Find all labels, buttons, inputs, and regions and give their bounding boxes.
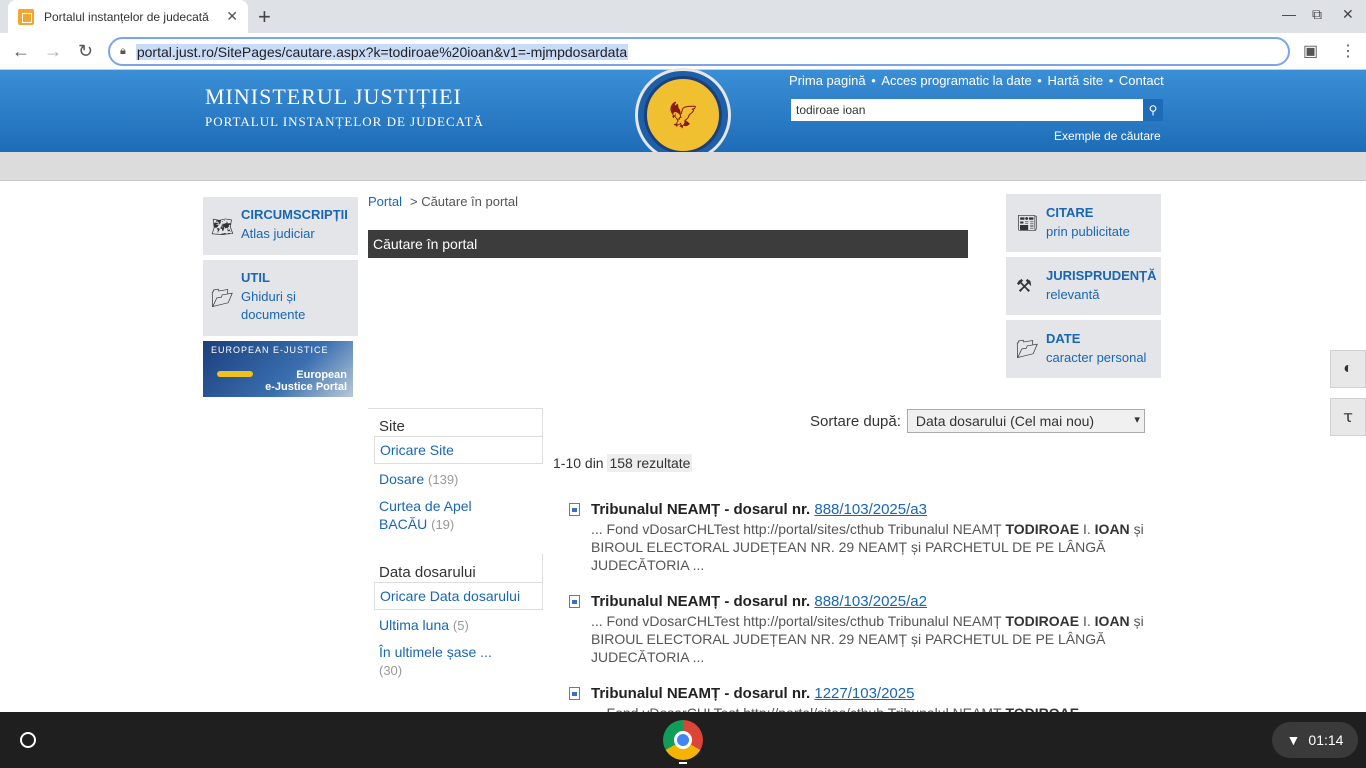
refiner-site-selected[interactable]: Oricare Site — [374, 436, 543, 464]
circumscriptii-box[interactable]: 🗺︎ CIRCUMSCRIPȚII Atlas judiciar — [203, 197, 358, 255]
lock-icon: 🔒︎ — [120, 45, 126, 57]
launcher-icon[interactable] — [20, 732, 36, 748]
sort-row: Sortare după: Data dosarului (Cel mai no… — [810, 409, 1145, 433]
new-tab-button[interactable]: + — [258, 4, 271, 30]
date-refiner: Data dosarului Oricare Data dosarului Ul… — [368, 554, 543, 680]
result-snippet: ... Fond vDosarCHLTest http://portal/sit… — [591, 521, 1144, 573]
breadcrumb-current: Căutare în portal — [421, 194, 519, 209]
site-header: MINISTERUL JUSTIȚIEI PORTALUL INSTANȚELO… — [0, 68, 1366, 162]
result-title: Tribunalul NEAMȚ - dosarul nr. 888/103/2… — [591, 501, 927, 518]
date-subtitle: caracter personal — [1046, 350, 1147, 365]
sort-label: Sortare după: — [810, 412, 901, 430]
citare-subtitle: prin publicitate — [1046, 224, 1130, 239]
document-icon — [569, 595, 580, 608]
e-justice-scale-icon — [217, 371, 253, 377]
search-icon[interactable]: ⚲ — [1143, 99, 1163, 121]
reload-icon[interactable]: ↻ — [78, 41, 93, 62]
coat-of-arms-icon: 🦅︎ — [644, 76, 722, 154]
page-title: Căutare în portal — [368, 230, 968, 258]
jurisprudenta-subtitle: relevantă — [1046, 287, 1100, 302]
date-title: DATE — [1046, 331, 1081, 346]
minimize-icon[interactable]: — — [1282, 6, 1296, 22]
search-result: Tribunalul NEAMȚ - dosarul nr. 888/103/2… — [569, 593, 1161, 666]
breadcrumb-portal[interactable]: Portal — [368, 194, 402, 209]
e-justice-banner[interactable]: EUROPEAN E-JUSTICE European e-Justice Po… — [203, 341, 353, 397]
refiner-date-selected[interactable]: Oricare Data dosarului — [374, 582, 543, 610]
result-link[interactable]: 888/103/2025/a2 — [814, 593, 927, 610]
site-favicon-icon — [18, 8, 34, 25]
refiner-date-heading: Data dosarului — [368, 554, 543, 582]
maximize-icon[interactable]: ⧉ — [1312, 6, 1322, 23]
breadcrumb: Portal > Căutare în portal — [368, 194, 519, 209]
jurisprudenta-title: JURISPRUDENȚĂ — [1046, 268, 1157, 283]
search-result: Tribunalul NEAMȚ - dosarul nr. 888/103/2… — [569, 501, 1161, 574]
window-close-icon[interactable]: ✕ — [1342, 6, 1354, 23]
search-examples-link[interactable]: Exemple de căutare — [1054, 129, 1161, 143]
site-refiner: Site Oricare Site Dosare (139) Curtea de… — [368, 408, 543, 534]
menu-kebab-icon[interactable]: ⋮ — [1340, 41, 1356, 61]
clock: 01:14 — [1308, 732, 1344, 748]
browser-tab[interactable]: Portalul instanțelor de judecată ✕ — [8, 0, 248, 33]
url-text[interactable]: portal.just.ro/SitePages/cautare.aspx?k=… — [135, 43, 629, 60]
link-api[interactable]: Acces programatic la date — [881, 73, 1031, 88]
ministry-emblem: 🦅︎ — [635, 68, 731, 162]
circumscriptii-title: CIRCUMSCRIPȚII — [241, 207, 348, 222]
link-contact[interactable]: Contact — [1119, 73, 1164, 88]
brand-title: MINISTERUL JUSTIȚIEI — [205, 84, 462, 109]
e-justice-logo: EUROPEAN E-JUSTICE — [211, 345, 329, 355]
util-title: UTIL — [241, 270, 270, 285]
link-home[interactable]: Prima pagină — [789, 73, 866, 88]
sort-select[interactable]: Data dosarului (Cel mai nou) — [906, 409, 1145, 433]
back-arrow-icon[interactable]: ← — [12, 41, 30, 62]
link-sitemap[interactable]: Hartă site — [1047, 73, 1103, 88]
citare-title: CITARE — [1046, 205, 1094, 220]
date-personale-box[interactable]: 📂︎ DATE caracter personal — [1006, 320, 1161, 378]
address-bar[interactable]: 🔒︎ portal.just.ro/SitePages/cautare.aspx… — [108, 37, 1290, 66]
map-icon: 🗺︎ — [211, 217, 234, 237]
tab-close-icon[interactable]: ✕ — [226, 8, 238, 25]
refiner-item-dosare[interactable]: Dosare (139) — [379, 470, 543, 489]
result-link[interactable]: 888/103/2025/a3 — [814, 501, 927, 518]
document-icon — [569, 687, 580, 700]
browser-tabbar: Portalul instanțelor de judecată ✕ + — ⧉… — [0, 0, 1366, 33]
browser-toolbar: ← → ↻ 🔒︎ portal.just.ro/SitePages/cautar… — [0, 33, 1366, 70]
circumscriptii-subtitle: Atlas judiciar — [241, 226, 315, 241]
contrast-icon[interactable]: ◐ — [1330, 350, 1366, 388]
result-title: Tribunalul NEAMȚ - dosarul nr. 1227/103/… — [591, 685, 915, 702]
util-box[interactable]: 📂︎ UTIL Ghiduri și documente — [203, 260, 358, 336]
e-justice-name: European e-Justice Portal — [265, 369, 347, 393]
newspaper-icon: 📰︎ — [1016, 213, 1039, 233]
chrome-icon[interactable] — [663, 720, 703, 760]
refiner-site-heading: Site — [368, 408, 543, 436]
font-size-icon[interactable]: ꚍ — [1330, 398, 1366, 436]
os-taskbar: ▼ 01:14 — [0, 712, 1366, 768]
jurisprudenta-box[interactable]: ⚒︎ JURISPRUDENȚĂ relevantă — [1006, 257, 1161, 315]
util-subtitle: Ghiduri și documente — [241, 289, 306, 322]
tab-title: Portalul instanțelor de judecată — [44, 9, 209, 24]
search-input[interactable] — [791, 99, 1143, 121]
document-icon — [569, 503, 580, 516]
header-subbar — [0, 152, 1366, 181]
forward-arrow-icon[interactable]: → — [44, 41, 62, 62]
refiner-item-curtea-bacau[interactable]: Curtea de Apel BACĂU (19) — [379, 497, 499, 534]
folder-open-icon: 📂︎ — [1016, 339, 1039, 359]
result-title: Tribunalul NEAMȚ - dosarul nr. 888/103/2… — [591, 593, 927, 610]
profile-icon[interactable]: ▣ — [1303, 41, 1318, 61]
refiner-item-last-month[interactable]: Ultima luna (5) — [379, 616, 543, 635]
result-count: 1-10 din 158 rezultate — [553, 454, 693, 472]
brand-subtitle: PORTALUL INSTANȚELOR DE JUDECATĂ — [205, 114, 484, 129]
gavel-icon: ⚒︎ — [1016, 276, 1033, 296]
site-brand[interactable]: MINISTERUL JUSTIȚIEI PORTALUL INSTANȚELO… — [205, 84, 484, 130]
refiner-item-last-six[interactable]: În ultimele șase ... (30) — [379, 643, 543, 680]
site-search: ⚲ — [791, 99, 1163, 121]
top-links: Prima pagină • Acces programatic la date… — [789, 73, 1164, 88]
running-indicator — [679, 762, 687, 764]
citare-box[interactable]: 📰︎ CITARE prin publicitate — [1006, 194, 1161, 252]
system-tray[interactable]: ▼ 01:14 — [1272, 722, 1358, 758]
wifi-icon: ▼ — [1286, 732, 1301, 748]
result-snippet: ... Fond vDosarCHLTest http://portal/sit… — [591, 613, 1144, 665]
result-link[interactable]: 1227/103/2025 — [814, 685, 914, 702]
folder-icon: 📂︎ — [211, 288, 234, 308]
